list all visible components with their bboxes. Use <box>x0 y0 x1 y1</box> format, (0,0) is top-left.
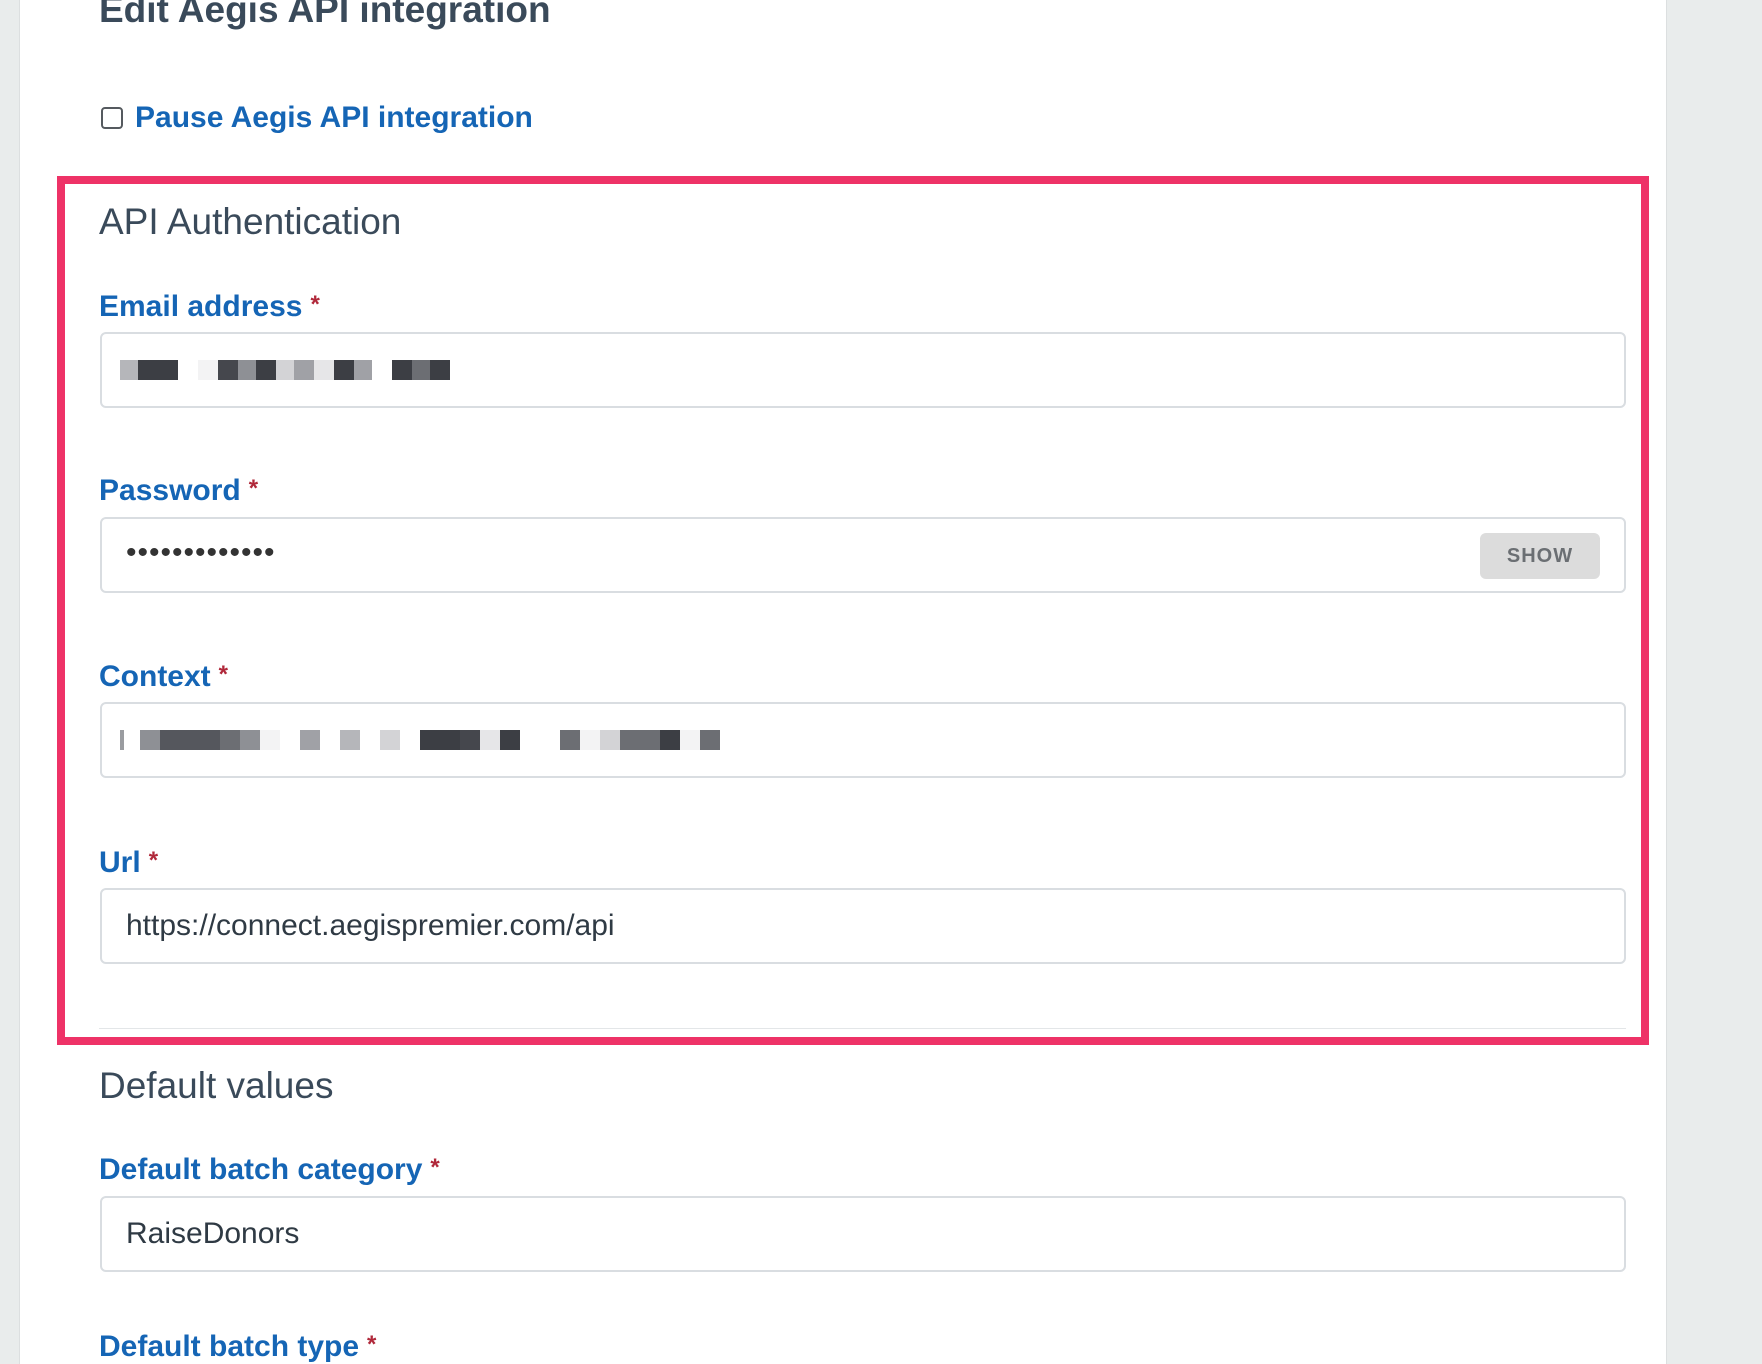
batch-category-label: Default batch category * <box>99 1152 440 1188</box>
highlight-annotation <box>57 176 1649 1045</box>
pause-integration-row[interactable]: Pause Aegis API integration <box>99 101 533 135</box>
batch-type-label-text: Default batch type <box>99 1330 360 1363</box>
pause-label[interactable]: Pause Aegis API integration <box>135 101 533 135</box>
pause-checkbox[interactable] <box>101 107 123 129</box>
default-values-heading: Default values <box>99 1065 334 1106</box>
batch-category-field[interactable]: RaiseDonors <box>100 1196 1626 1272</box>
batch-category-value: RaiseDonors <box>126 1217 300 1250</box>
required-mark: * <box>367 1331 377 1358</box>
batch-type-label: Default batch type * <box>99 1329 376 1364</box>
page-title: Edit Aegis API integration <box>99 0 551 30</box>
batch-category-label-text: Default batch category <box>99 1153 423 1186</box>
required-mark: * <box>430 1154 440 1181</box>
